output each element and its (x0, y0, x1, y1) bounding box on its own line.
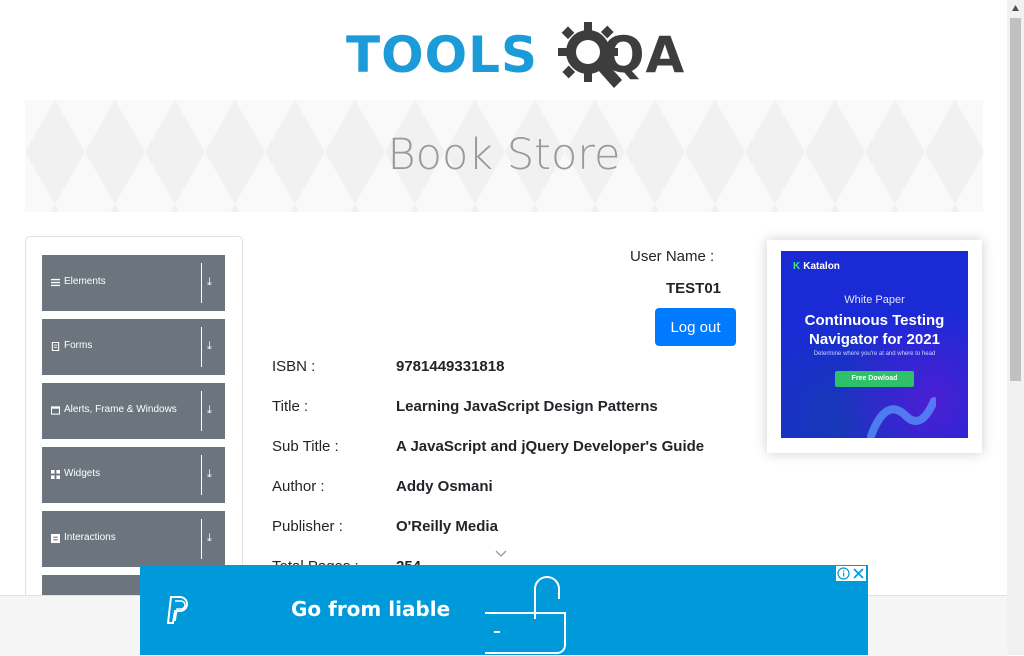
scroll-up-arrow-icon[interactable] (1011, 4, 1020, 12)
sidebar-group-label: Elements (64, 276, 106, 287)
group-divider (201, 327, 202, 367)
ad-subtext: Determine where you're at and where to h… (813, 351, 936, 357)
logo-tools-text: TOOLS (346, 26, 538, 84)
chevron-down-icon[interactable] (494, 547, 508, 561)
katalon-brand-text: Katalon (803, 261, 840, 272)
right-ad-container: K Katalon White Paper Continuous Testing … (767, 240, 982, 453)
page-banner: Book Store (25, 100, 983, 212)
katalon-logo-icon: K (793, 261, 801, 272)
sidebar-group-widgets[interactable]: Widgets ⤓ (42, 447, 225, 503)
page-title: Book Store (387, 130, 621, 180)
sidebar-group-label: Alerts, Frame & Windows (64, 404, 177, 415)
ad-decoration-icon (867, 397, 936, 438)
ad-kicker: White Paper (844, 294, 905, 306)
paypal-logo-icon (166, 596, 188, 624)
group-divider (201, 455, 202, 495)
ad-headline-line2: Navigator for 2021 (809, 331, 940, 348)
bottom-ad-text: Go from liable (291, 597, 451, 621)
user-name-value: TEST01 (666, 280, 722, 297)
window-icon (51, 406, 60, 415)
isbn-value: 9781449331818 (396, 358, 505, 375)
isbn-label: ISBN : (272, 358, 316, 375)
sidebar-group-elements[interactable]: Elements ⤓ (42, 255, 225, 311)
sidebar-group-forms[interactable]: Forms ⤓ (42, 319, 225, 375)
subtitle-label: Sub Title : (272, 438, 339, 455)
group-divider (201, 263, 202, 303)
logout-button[interactable]: Log out (655, 308, 736, 346)
unlocked-padlock-icon (485, 576, 566, 654)
katalon-brand: K Katalon (793, 261, 840, 272)
bottom-ad-banner[interactable]: Go from liable (140, 565, 868, 655)
download-arrow-icon[interactable]: ⤓ (207, 276, 212, 289)
form-icon (51, 342, 60, 351)
author-label: Author : (272, 478, 325, 495)
author-value: Addy Osmani (396, 478, 493, 495)
katalon-ad[interactable]: K Katalon White Paper Continuous Testing … (781, 251, 968, 438)
sidebar-group-label: Forms (64, 340, 93, 351)
toolsqa-logo[interactable]: TOOLS QA (346, 16, 684, 90)
ad-headline-line1: Continuous Testing (804, 312, 945, 329)
title-value: Learning JavaScript Design Patterns (396, 398, 658, 415)
list-icon (51, 278, 60, 287)
download-arrow-icon[interactable]: ⤓ (207, 532, 212, 545)
widgets-icon (51, 470, 60, 479)
sidebar-group-label: Widgets (64, 468, 101, 479)
interactions-icon (51, 534, 60, 543)
ad-close-icon[interactable] (852, 567, 865, 580)
sidebar-group-interactions[interactable]: Interactions ⤓ (42, 511, 225, 567)
title-label: Title : (272, 398, 309, 415)
subtitle-value: A JavaScript and jQuery Developer's Guid… (396, 438, 705, 455)
ad-cta-button[interactable]: Free Dowload (835, 371, 914, 387)
download-arrow-icon[interactable]: ⤓ (207, 340, 212, 353)
sidebar-group-label: Interactions (64, 532, 116, 543)
logo-qa-text: QA (602, 26, 686, 84)
scrollbar-thumb[interactable] (1010, 18, 1021, 381)
download-arrow-icon[interactable]: ⤓ (207, 404, 212, 417)
group-divider (201, 519, 202, 559)
ad-choices-badge[interactable] (836, 566, 866, 581)
ad-info-icon[interactable] (837, 567, 850, 580)
publisher-value: O'Reilly Media (396, 518, 498, 535)
publisher-label: Publisher : (272, 518, 343, 535)
user-name-label: User Name : (630, 248, 715, 265)
group-divider (201, 391, 202, 431)
sidebar-group-alerts-frame-windows[interactable]: Alerts, Frame & Windows ⤓ (42, 383, 225, 439)
download-arrow-icon[interactable]: ⤓ (207, 468, 212, 481)
ad-headline: Continuous Testing Navigator for 2021 (781, 311, 968, 349)
